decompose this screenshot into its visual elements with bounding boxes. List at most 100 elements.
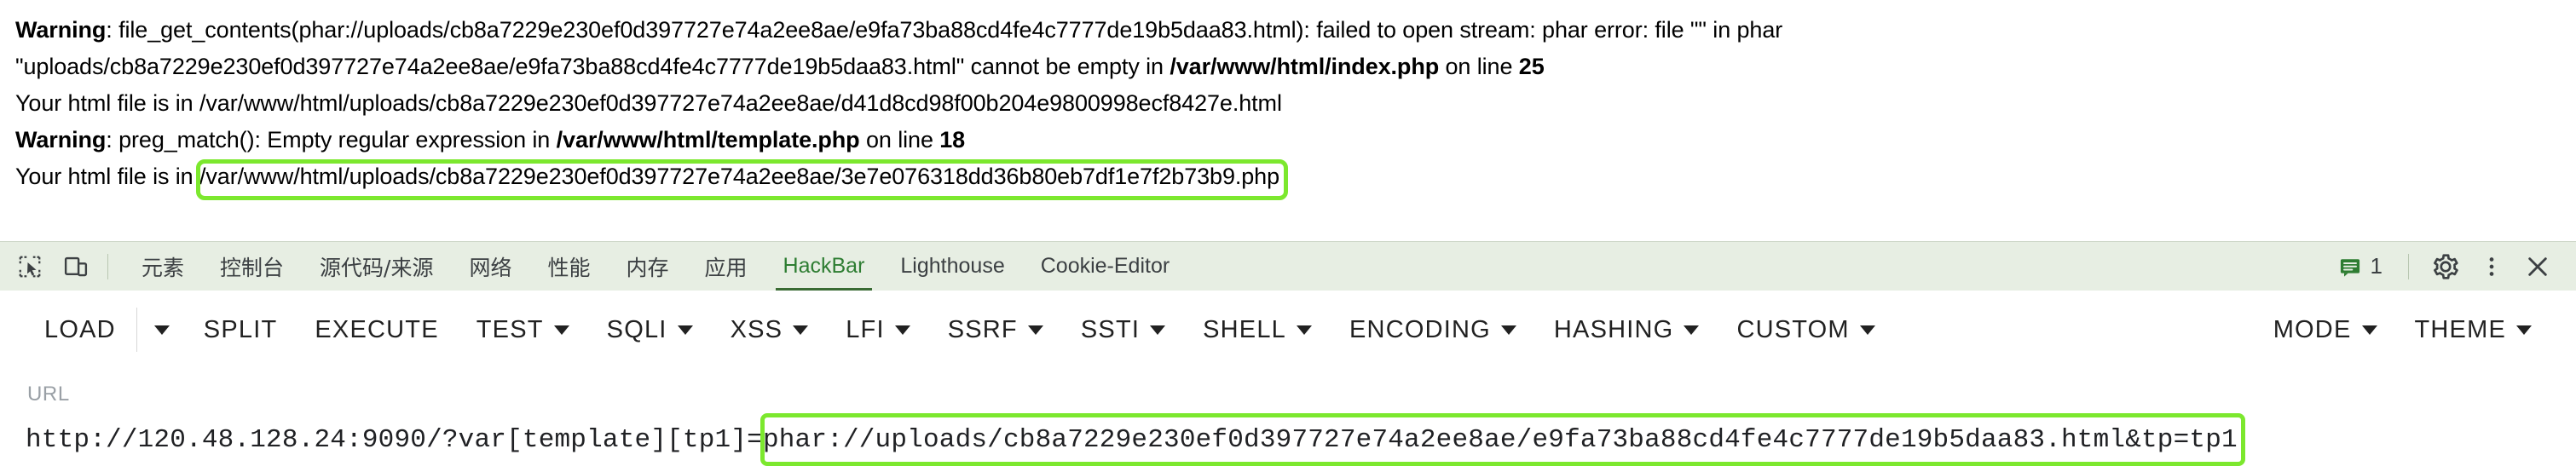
devtools-tabbar: 元素 控制台 源代码/来源 网络 性能 内存 应用 HackBar Lighthouse Cook… [0, 241, 2576, 291]
chevron-down-icon [2516, 325, 2532, 335]
message-count: 1 [2370, 253, 2383, 279]
devtools-tab-[interactable]: 性能 [529, 242, 608, 291]
url-label: URL [27, 383, 70, 406]
button-label: XSS [730, 315, 783, 343]
tab-label: 网络 [469, 255, 512, 280]
button-label: SSRF [947, 315, 1018, 343]
tab-label: 控制台 [220, 255, 285, 280]
hackbar-lfi-button[interactable]: LFI [827, 306, 929, 354]
tab-label: 元素 [142, 255, 185, 280]
devtools-tab-cookie-editor[interactable]: Cookie-Editor [1023, 242, 1187, 291]
php-error-output: Warning: file_get_contents(phar://upload… [0, 0, 2576, 241]
button-label: SPLIT [203, 315, 278, 343]
button-label: CUSTOM [1736, 315, 1850, 343]
button-label: LOAD [44, 315, 116, 343]
devtools-tab-[interactable]: 元素 [124, 242, 202, 291]
devtools-tab-[interactable]: 网络 [451, 242, 529, 291]
devtools-tab-[interactable]: 内存 [609, 242, 687, 291]
php-emphasis: Warning [15, 17, 107, 43]
php-text: on line [1439, 54, 1519, 79]
hackbar-xss-button[interactable]: XSS [712, 306, 828, 354]
message-icon [2340, 258, 2359, 277]
hackbar-hashing-button[interactable]: HASHING [1535, 306, 1718, 354]
hackbar-shell-button[interactable]: SHELL [1184, 306, 1331, 354]
chevron-down-icon [1684, 325, 1700, 335]
hackbar-mode-button[interactable]: MODE [2255, 306, 2396, 354]
settings-gear-icon[interactable] [2424, 245, 2467, 288]
devtools-tab-lighthouse[interactable]: Lighthouse [882, 242, 1022, 291]
hackbar-sqli-button[interactable]: SQLI [588, 306, 712, 354]
hackbar-load-button[interactable]: LOAD [26, 306, 135, 354]
more-options-icon[interactable] [2470, 245, 2513, 288]
hackbar-encoding-button[interactable]: ENCODING [1331, 306, 1535, 354]
chevron-down-icon [1859, 325, 1875, 335]
button-label: SQLI [606, 315, 667, 343]
hackbar-url-section: URL http://120.48.128.24:9090/?var[templ… [0, 369, 2576, 472]
chevron-down-icon [677, 325, 693, 335]
php-emphasis: 25 [1518, 54, 1545, 79]
url-input[interactable]: http://120.48.128.24:9090/?var[template]… [26, 415, 2550, 466]
hackbar-toolbar: LOAD SPLIT EXECUTE TEST SQLI XSS LFI SSRF SSTI SH… [0, 291, 2576, 369]
console-message-badge[interactable]: 1 [2328, 253, 2393, 279]
php-info-line-3: Your html file is in /var/www/html/uploa… [15, 85, 2576, 122]
button-label: LFI [846, 315, 885, 343]
button-label: MODE [2273, 315, 2352, 343]
php-warning-line-1: Warning: file_get_contents(phar://upload… [15, 12, 2576, 49]
hackbar-custom-button[interactable]: CUSTOM [1718, 306, 1893, 354]
devtools-right-controls: 1 [2328, 245, 2576, 288]
devtools-tab-[interactable]: 源代码/来源 [302, 242, 451, 291]
hackbar-button-divider [136, 308, 137, 352]
button-label: HASHING [1553, 315, 1674, 343]
chevron-down-icon [793, 325, 809, 335]
devtools-tab-[interactable]: 应用 [687, 242, 765, 291]
chevron-down-icon [2361, 325, 2377, 335]
chevron-down-icon [553, 325, 569, 335]
devtools-tab-[interactable]: 控制台 [202, 242, 302, 291]
php-text: Your html file is in /var/www/html/uploa… [15, 90, 1282, 116]
devtools-tab-hackbar[interactable]: HackBar [765, 242, 883, 291]
php-emphasis: /var/www/html/template.php [556, 127, 860, 153]
tab-label: 源代码/来源 [320, 255, 434, 280]
chevron-down-icon [1297, 325, 1313, 335]
hackbar-ssrf-button[interactable]: SSRF [929, 306, 1062, 354]
chevron-down-icon [1500, 325, 1516, 335]
php-warning-line-4: Warning: preg_match(): Empty regular exp… [15, 122, 2576, 158]
php-text: on line [859, 127, 940, 153]
hackbar-execute-button[interactable]: EXECUTE [296, 306, 457, 354]
devtools-left-icons [0, 250, 92, 283]
url-input-row[interactable]: http://120.48.128.24:9090/?var[template]… [26, 413, 2550, 466]
tab-label: Cookie-Editor [1040, 254, 1170, 278]
tab-label: 性能 [547, 255, 591, 280]
php-info-line-5: Your html file is in /var/www/html/uploa… [15, 158, 2576, 195]
tab-label: 内存 [626, 255, 669, 280]
hackbar-test-button[interactable]: TEST [458, 306, 588, 354]
chevron-down-icon [894, 325, 910, 335]
button-label: TEST [476, 315, 544, 343]
php-text: : file_get_contents(phar://uploads/cb8a7… [106, 17, 1783, 43]
tab-label: HackBar [783, 254, 865, 278]
hackbar-load-dropdown-button[interactable] [139, 314, 185, 347]
php-text: Your html file is in /var/www/html/uploa… [15, 164, 1280, 189]
chevron-down-icon [153, 325, 170, 335]
button-label: SSTI [1080, 315, 1141, 343]
php-emphasis: Warning [15, 127, 107, 153]
php-warning-line-2: "uploads/cb8a7229e230ef0d397727e74a2ee8a… [15, 49, 2576, 85]
hackbar-theme-button[interactable]: THEME [2396, 306, 2551, 354]
chevron-down-icon [1150, 325, 1166, 335]
inspect-element-icon[interactable] [14, 250, 46, 283]
button-label: EXECUTE [315, 315, 439, 343]
right-controls-divider [2408, 253, 2409, 279]
button-label: SHELL [1203, 315, 1287, 343]
chevron-down-icon [1027, 325, 1043, 335]
php-text: "uploads/cb8a7229e230ef0d397727e74a2ee8a… [15, 54, 1170, 79]
device-toolbar-icon[interactable] [60, 250, 92, 283]
hackbar-split-button[interactable]: SPLIT [185, 306, 297, 354]
php-emphasis: /var/www/html/index.php [1170, 54, 1440, 79]
devtools-tab-list: 元素 控制台 源代码/来源 网络 性能 内存 应用 HackBar Lighthouse Cook… [124, 242, 1187, 291]
tab-label: Lighthouse [900, 254, 1005, 278]
button-label: THEME [2414, 315, 2506, 343]
close-devtools-icon[interactable] [2516, 245, 2559, 288]
hackbar-ssti-button[interactable]: SSTI [1062, 306, 1184, 354]
button-label: ENCODING [1349, 315, 1491, 343]
tab-label: 应用 [704, 255, 748, 280]
